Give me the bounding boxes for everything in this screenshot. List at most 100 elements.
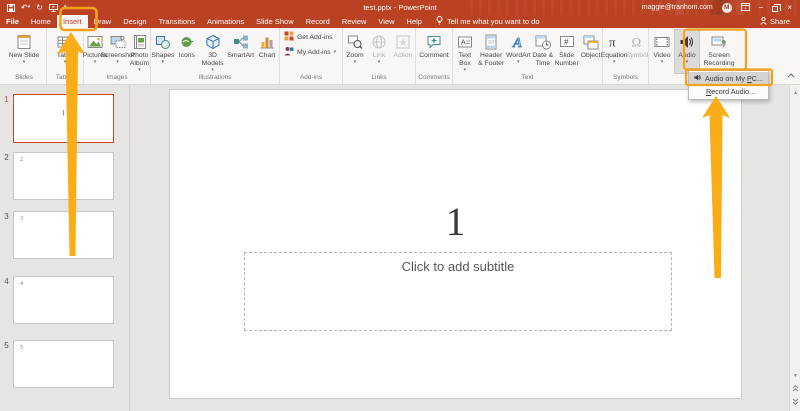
object-label: Object: [580, 52, 601, 59]
smartart-icon: [232, 32, 250, 52]
restore-button[interactable]: [772, 0, 782, 15]
wordart-icon: A: [509, 32, 527, 52]
audio-button[interactable]: Audio: [674, 29, 700, 74]
text-box-button[interactable]: A Text Box: [453, 30, 477, 73]
tab-help[interactable]: Help: [401, 15, 428, 28]
tab-record[interactable]: Record: [300, 15, 336, 28]
my-addins-label: My Add-ins: [297, 48, 331, 56]
tab-file[interactable]: File: [0, 15, 25, 28]
symbol-icon: Ω: [628, 32, 646, 52]
group-name-images: Images: [106, 74, 128, 81]
slide-number-button[interactable]: # Slide Number: [554, 30, 579, 73]
slide-thumbnail-5[interactable]: 5: [13, 340, 114, 388]
save-icon[interactable]: [7, 3, 15, 12]
my-addins-button[interactable]: My Add-ins ▾: [284, 46, 338, 58]
thumbnail-title-text: 2: [20, 157, 23, 163]
subtitle-placeholder-box[interactable]: Click to add subtitle: [244, 252, 672, 331]
comment-button[interactable]: Comment: [417, 30, 451, 73]
icons-button[interactable]: Icons: [175, 30, 199, 73]
text-box-icon: A: [456, 32, 474, 52]
header-footer-button[interactable]: Header & Footer: [477, 30, 506, 73]
symbol-label: Symbol: [625, 52, 649, 59]
3d-models-button[interactable]: 3D Models: [199, 30, 227, 73]
icons-icon: [178, 32, 196, 52]
shapes-label: Shapes: [151, 52, 175, 59]
3d-models-label: 3D Models: [201, 52, 224, 67]
text-box-label: Text Box: [458, 52, 472, 67]
tab-insert[interactable]: Insert: [56, 15, 88, 28]
tab-transitions[interactable]: Transitions: [153, 15, 201, 28]
tab-view[interactable]: View: [372, 15, 400, 28]
menu-item-label: Audio on My PC...: [705, 74, 763, 83]
thumbnail-title-text: 3: [20, 216, 23, 222]
table-icon: [56, 32, 74, 52]
zoom-label: Zoom: [346, 52, 364, 59]
screen-recording-button[interactable]: Screen Recording: [699, 30, 739, 73]
scroll-up-icon[interactable]: ▲: [790, 87, 800, 98]
action-button: Action: [391, 30, 415, 73]
wordart-button[interactable]: A WordArt: [506, 30, 532, 73]
object-icon: [582, 32, 600, 52]
ribbon: New Slide Slides Table Tables Pictures: [0, 28, 800, 85]
customize-qat-icon[interactable]: ▾: [64, 5, 67, 10]
tell-me-box[interactable]: Tell me what you want to do: [428, 15, 540, 28]
tab-home[interactable]: Home: [25, 15, 57, 28]
previous-slide-button[interactable]: [790, 383, 800, 394]
close-button[interactable]: ×: [787, 3, 792, 12]
person-icon: [760, 16, 767, 27]
new-slide-icon: [15, 32, 33, 52]
tab-animations[interactable]: Animations: [201, 15, 250, 28]
equation-icon: π: [605, 32, 623, 52]
get-addins-label: Get Add-ins: [297, 33, 333, 41]
chart-button[interactable]: Chart: [255, 30, 279, 73]
photo-album-button[interactable]: Photo Album: [129, 30, 150, 73]
pictures-icon: [86, 32, 104, 52]
get-addins-button[interactable]: Get Add-ins: [284, 31, 338, 43]
tab-design[interactable]: Design: [117, 15, 152, 28]
menu-item-record-audio[interactable]: Record Audio...: [689, 85, 768, 98]
new-slide-button[interactable]: New Slide: [4, 30, 44, 73]
3d-models-icon: [204, 32, 222, 52]
tab-review[interactable]: Review: [336, 15, 373, 28]
smartart-button[interactable]: SmartArt: [226, 30, 255, 73]
ribbon-group-text: A Text Box Header & Footer A WordArt: [453, 28, 603, 84]
tab-draw[interactable]: Draw: [88, 15, 118, 28]
minimize-button[interactable]: −: [759, 3, 764, 12]
start-slideshow-icon[interactable]: [48, 3, 58, 12]
vertical-scrollbar[interactable]: ▲ ▼: [789, 85, 800, 411]
table-button[interactable]: Table: [49, 30, 81, 73]
group-name-addins: Add-ins: [299, 74, 323, 81]
ribbon-tab-bar: File Home Insert Draw Design Transitions…: [0, 15, 800, 28]
svg-text:A: A: [461, 40, 466, 47]
zoom-button[interactable]: Zoom: [343, 30, 367, 73]
slide-thumbnail-2[interactable]: 2: [13, 152, 114, 200]
slide-thumbnail-1[interactable]: 1: [13, 94, 114, 143]
equation-button[interactable]: π Equation: [601, 30, 628, 73]
group-name-symbols: Symbols: [613, 74, 638, 81]
ribbon-group-links: Zoom Link Action Links: [343, 28, 416, 84]
slide-thumbnail-3[interactable]: 3: [13, 211, 114, 259]
avatar[interactable]: M: [721, 2, 732, 13]
screenshot-button[interactable]: Screenshot: [100, 30, 135, 73]
menu-item-audio-on-my-pc[interactable]: Audio on My PC...: [689, 72, 768, 85]
icons-label: Icons: [178, 52, 195, 59]
svg-text:A: A: [512, 36, 522, 51]
object-button[interactable]: Object: [579, 30, 602, 73]
collapse-ribbon-icon[interactable]: [786, 70, 796, 80]
video-button[interactable]: Video: [649, 30, 675, 73]
date-time-button[interactable]: Date & Time: [531, 30, 554, 73]
redo-icon[interactable]: ↻: [36, 3, 43, 12]
ribbon-display-options-icon[interactable]: [740, 2, 750, 13]
shapes-button[interactable]: Shapes: [151, 30, 175, 73]
account-email[interactable]: maggie@tranhom.com: [642, 4, 713, 11]
share-button[interactable]: Share: [760, 15, 800, 28]
scroll-down-icon[interactable]: ▼: [790, 370, 800, 381]
slide-thumbnail-4[interactable]: 4: [13, 276, 114, 324]
screenshot-icon: [109, 32, 127, 52]
next-slide-button[interactable]: [790, 396, 800, 407]
slide-number-label: Slide Number: [554, 52, 579, 67]
slide-canvas[interactable]: 1 Click to add subtitle: [170, 90, 741, 398]
undo-icon[interactable]: ↶ ▾: [21, 3, 30, 12]
tab-slide-show[interactable]: Slide Show: [250, 15, 300, 28]
slide-number-label: 2: [4, 153, 9, 162]
